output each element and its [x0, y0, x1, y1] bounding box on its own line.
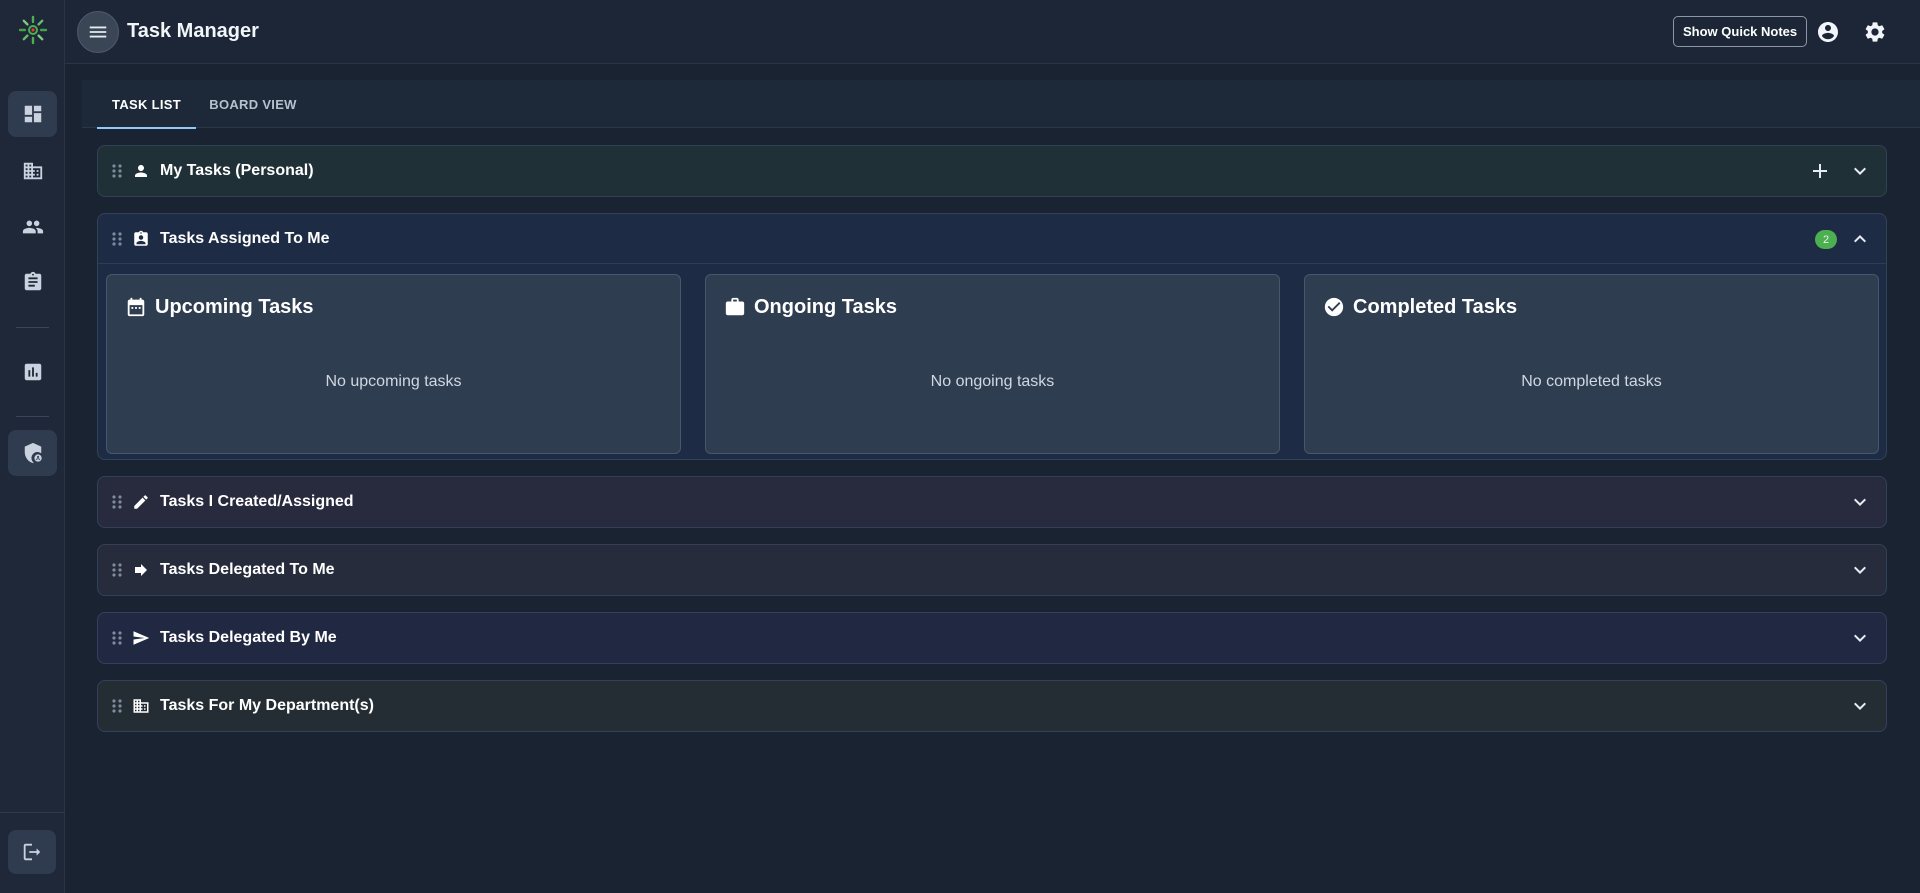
section-my-tasks: My Tasks (Personal): [97, 145, 1887, 197]
section-header[interactable]: Tasks I Created/Assigned: [98, 477, 1886, 527]
arrow-right-icon: [132, 561, 150, 579]
section-title: Tasks Assigned To Me: [160, 230, 330, 247]
card-title: Upcoming Tasks: [155, 296, 314, 318]
section-header[interactable]: Tasks For My Department(s): [98, 681, 1886, 731]
logout-icon: [23, 843, 41, 861]
empty-message: No ongoing tasks: [930, 373, 1055, 390]
sidebar-item-reports[interactable]: [8, 349, 57, 395]
account-button[interactable]: [1815, 19, 1841, 45]
drag-handle-icon[interactable]: [110, 630, 124, 646]
person-icon: [132, 162, 150, 180]
drag-handle-icon[interactable]: [110, 562, 124, 578]
section-title: My Tasks (Personal): [160, 162, 314, 179]
drag-handle-icon[interactable]: [110, 163, 124, 179]
account-circle-icon: [1818, 22, 1838, 42]
empty-message: No completed tasks: [1521, 373, 1662, 390]
chevron-down-icon: [1854, 167, 1866, 175]
expand-button[interactable]: [1848, 626, 1872, 650]
upcoming-tasks-card: Upcoming Tasks No upcoming tasks: [106, 274, 681, 454]
chevron-down-icon: [1854, 702, 1866, 710]
expand-button[interactable]: [1848, 558, 1872, 582]
app-logo[interactable]: [17, 14, 49, 46]
send-icon: [132, 629, 150, 647]
section-title: Tasks I Created/Assigned: [160, 493, 354, 510]
card-title: Ongoing Tasks: [754, 296, 897, 318]
drag-handle-icon[interactable]: [110, 494, 124, 510]
sidebar-divider: [16, 416, 49, 417]
drag-handle-icon[interactable]: [110, 231, 124, 247]
building-icon: [23, 162, 42, 180]
section-department: Tasks For My Department(s): [97, 680, 1887, 732]
dashboard-icon: [24, 105, 41, 123]
building-icon: [132, 697, 150, 715]
sidebar-item-users[interactable]: [8, 204, 57, 250]
logout-button[interactable]: [8, 830, 56, 874]
chart-icon: [24, 363, 41, 381]
chevron-down-icon: [1854, 498, 1866, 506]
expand-button[interactable]: [1848, 694, 1872, 718]
people-icon: [22, 220, 43, 234]
section-header[interactable]: Tasks Delegated To Me: [98, 545, 1886, 595]
calendar-icon: [125, 296, 147, 318]
section-title: Tasks Delegated By Me: [160, 629, 337, 646]
sidebar-item-organization[interactable]: [8, 148, 57, 194]
section-title: Tasks For My Department(s): [160, 697, 374, 714]
pencil-icon: [132, 493, 150, 511]
section-header[interactable]: Tasks Delegated By Me: [98, 613, 1886, 663]
clipboard-icon: [24, 271, 41, 291]
sidebar: [0, 0, 65, 893]
card-title: Completed Tasks: [1353, 296, 1518, 318]
app-title: Task Manager: [127, 20, 259, 42]
view-tabs: TASK LIST BOARD VIEW: [82, 80, 1920, 129]
chevron-down-icon: [1854, 566, 1866, 574]
tab-task-list[interactable]: TASK LIST: [97, 80, 196, 129]
chevron-down-icon: [1854, 634, 1866, 642]
chevron-up-icon: [1854, 235, 1866, 243]
sidebar-divider: [16, 327, 49, 328]
section-header[interactable]: Tasks Assigned To Me 2: [98, 214, 1886, 264]
expand-button[interactable]: [1848, 490, 1872, 514]
section-delegated-to-me: Tasks Delegated To Me: [97, 544, 1887, 596]
tab-board-view[interactable]: BOARD VIEW: [203, 80, 303, 128]
gear-icon: [1865, 22, 1885, 42]
sidebar-item-security[interactable]: [8, 430, 57, 476]
drag-handle-icon[interactable]: [110, 698, 124, 714]
sidebar-item-dashboard[interactable]: [8, 91, 57, 137]
assignment-ind-icon: [132, 230, 150, 248]
check-circle-icon: [1323, 296, 1345, 318]
menu-button[interactable]: [77, 11, 119, 53]
ongoing-tasks-card: Ongoing Tasks No ongoing tasks: [705, 274, 1280, 454]
section-created-assigned: Tasks I Created/Assigned: [97, 476, 1887, 528]
add-task-button[interactable]: [1808, 159, 1832, 183]
section-title: Tasks Delegated To Me: [160, 561, 335, 578]
sidebar-item-tasks[interactable]: [8, 259, 57, 305]
shield-icon: [24, 442, 42, 464]
task-count-badge: 2: [1815, 230, 1837, 249]
sidebar-footer-divider: [0, 812, 65, 813]
section-assigned-to-me: Tasks Assigned To Me 2 Upcoming Tasks No…: [97, 213, 1887, 460]
top-bar: Task Manager Show Quick Notes: [65, 0, 1920, 64]
section-delegated-by-me: Tasks Delegated By Me: [97, 612, 1887, 664]
plus-icon: [1813, 164, 1827, 178]
completed-tasks-card: Completed Tasks No completed tasks: [1304, 274, 1879, 454]
settings-button[interactable]: [1862, 19, 1888, 45]
expand-button[interactable]: [1848, 159, 1872, 183]
collapse-button[interactable]: [1848, 227, 1872, 251]
show-quick-notes-button[interactable]: Show Quick Notes: [1673, 16, 1808, 47]
section-header[interactable]: My Tasks (Personal): [98, 146, 1886, 196]
empty-message: No upcoming tasks: [325, 373, 462, 390]
hamburger-icon: [89, 26, 107, 38]
briefcase-icon: [724, 296, 746, 318]
